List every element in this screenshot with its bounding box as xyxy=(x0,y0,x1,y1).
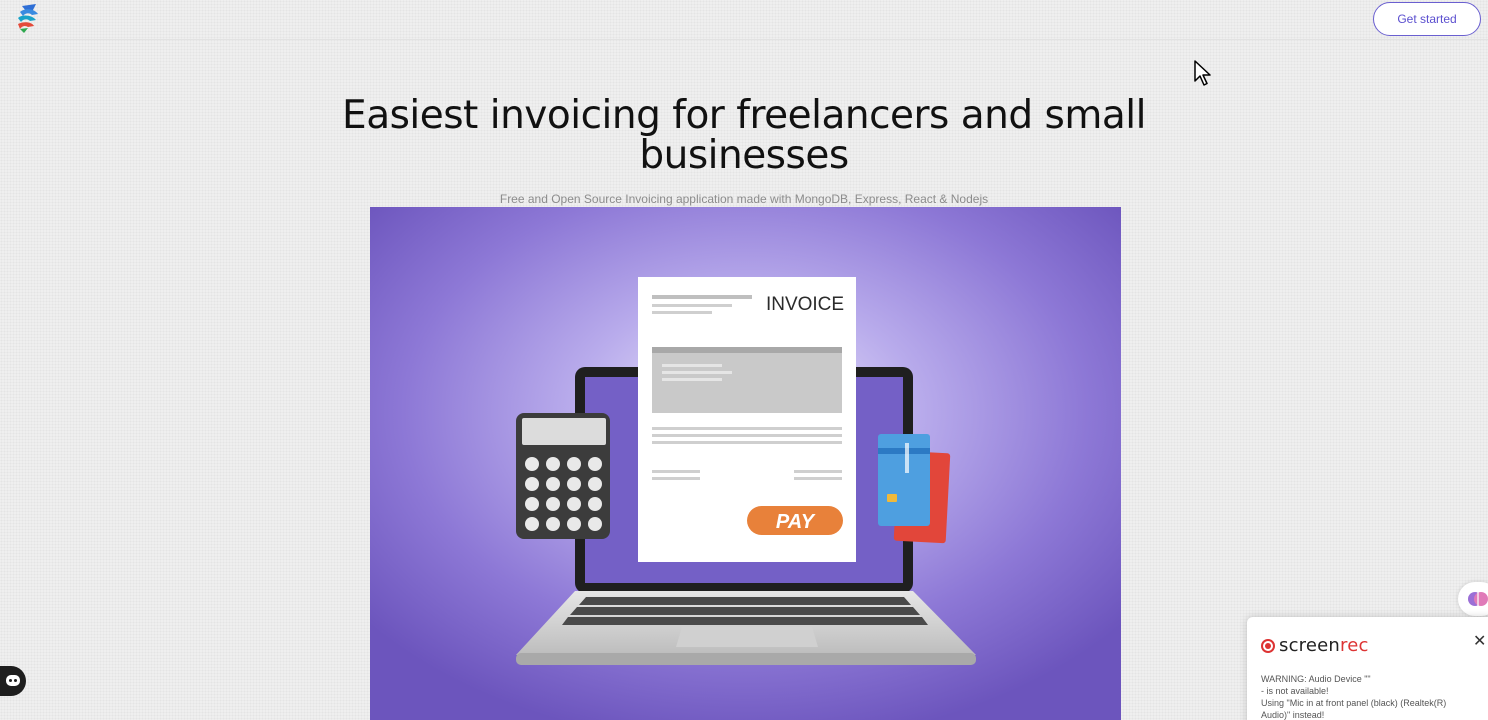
hero-subtitle: Free and Open Source Invoicing applicati… xyxy=(499,192,989,206)
laptop-base-edge xyxy=(516,653,976,665)
top-navigation-bar: Get started xyxy=(0,0,1488,40)
screenrec-brand-screen: screen xyxy=(1279,635,1341,656)
app-logo-icon[interactable] xyxy=(12,2,46,36)
chat-widget-button[interactable] xyxy=(0,666,26,696)
record-icon xyxy=(1261,638,1275,653)
screenrec-logo: screenrec xyxy=(1261,635,1369,656)
laptop-keyboard xyxy=(562,597,928,625)
calculator xyxy=(516,413,610,539)
close-icon[interactable]: ✕ xyxy=(1473,633,1486,651)
warning-line: Using "Mic in at front panel (black) (Re… xyxy=(1261,698,1447,708)
pay-button-label: PAY xyxy=(776,511,816,533)
brain-icon xyxy=(1468,592,1488,606)
invoice-laptop-illustration: INVOICE PAY xyxy=(370,207,1121,720)
floating-extension-widget[interactable] xyxy=(1458,582,1488,616)
invoice-heading: INVOICE xyxy=(766,294,844,315)
warning-line: WARNING: Audio Device "" xyxy=(1261,674,1371,684)
chat-bot-icon xyxy=(6,675,20,686)
warning-line: - is not available! xyxy=(1261,686,1329,696)
hero-title: Easiest invoicing for freelancers and sm… xyxy=(342,93,1146,178)
screenrec-notification: screenrec ✕ WARNING: Audio Device "" - i… xyxy=(1247,617,1488,720)
get-started-button[interactable]: Get started xyxy=(1373,2,1481,36)
audio-warning-message: WARNING: Audio Device "" - is not availa… xyxy=(1261,673,1487,720)
screenrec-brand-rec: rec xyxy=(1340,635,1369,656)
warning-line: Audio)" instead! xyxy=(1261,710,1325,720)
laptop-trackpad xyxy=(676,627,818,647)
invoice-document: INVOICE PAY xyxy=(638,277,856,562)
mouse-cursor-icon xyxy=(1194,60,1211,86)
